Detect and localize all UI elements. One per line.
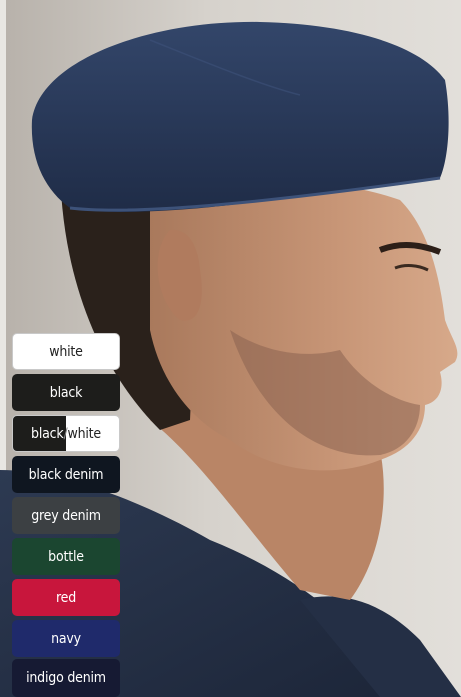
swatch-navy[interactable]: navy [12,620,120,657]
swatch-black[interactable]: black [12,374,120,411]
swatch-bottle[interactable]: bottle [12,538,120,575]
swatch-black-white[interactable]: black / white [12,415,120,452]
swatch-indigo-denim[interactable]: indigo denim [12,659,120,697]
swatch-red[interactable]: red [12,579,120,616]
swatch-grey-denim[interactable]: grey denim [12,497,120,534]
swatch-black-denim[interactable]: black denim [12,456,120,493]
swatch-white[interactable]: white [12,333,120,370]
